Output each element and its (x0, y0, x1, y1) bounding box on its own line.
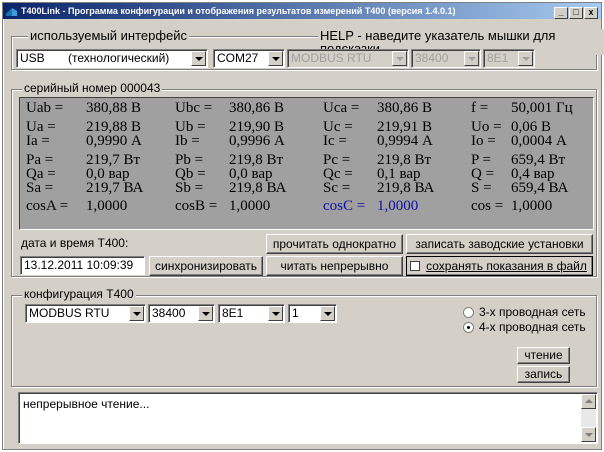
datetime-label: дата и время Т400: (21, 236, 129, 250)
config-baud-select[interactable]: 38400 (148, 304, 215, 323)
measurement-label: f = (471, 100, 489, 116)
measurement-value: 219,7 ВА (86, 180, 144, 196)
config-address-select[interactable]: 1 (288, 304, 337, 323)
config-protocol-select[interactable]: MODBUS RTU (25, 304, 146, 323)
checkbox-icon[interactable] (410, 261, 420, 271)
port-select[interactable]: COM27 (213, 49, 285, 68)
save-to-file-checkbox[interactable]: сохранять показания в файл (406, 256, 593, 276)
measurement-value: 380,86 В (377, 100, 433, 116)
measurement-label: Uab = (26, 100, 64, 116)
config-label: конфигурация Т400 (22, 287, 136, 301)
radio-4-wire[interactable]: 4-х проводная сеть (463, 321, 586, 334)
read-config-button[interactable]: чтение (517, 347, 570, 364)
interface-type-select[interactable]: USB (технологический) (16, 49, 208, 68)
window-controls: _ □ x (553, 7, 598, 19)
measurement-value: 380,86 В (229, 100, 285, 116)
measurement-value: 0,9996 А (229, 133, 285, 149)
interface-protocol-select[interactable]: MODBUS RTU (287, 49, 409, 68)
measurement-value: 1,0000 (229, 198, 271, 214)
measurement-label: Io = (471, 133, 496, 149)
measurement-value: 1,0000 (86, 198, 128, 214)
chevron-down-icon[interactable] (198, 306, 213, 321)
minimize-button[interactable]: _ (554, 7, 568, 19)
measurement-value: 380,88 В (86, 100, 142, 116)
serial-number-label: серийный номер 000043 (22, 81, 163, 95)
scroll-up-icon[interactable] (581, 394, 596, 409)
measurement-value: 50,001 Гц (511, 100, 573, 116)
chevron-down-icon[interactable] (268, 306, 283, 321)
measurement-value: 0,0004 А (511, 133, 567, 149)
chevron-down-icon[interactable] (268, 51, 283, 66)
write-config-button[interactable]: запись (517, 366, 570, 383)
datetime-field[interactable]: 13.12.2011 10:09:39 (20, 256, 145, 275)
title-bar[interactable]: T400Link - Программа конфигурации и отоб… (3, 3, 601, 19)
chevron-down-icon[interactable] (518, 51, 533, 66)
measurement-value: 219,8 ВА (229, 180, 287, 196)
chevron-down-icon[interactable] (191, 51, 206, 66)
radio-3-wire[interactable]: 3-х проводная сеть (463, 306, 586, 319)
measurement-label: cosB = (175, 198, 218, 214)
chevron-down-icon[interactable] (392, 51, 407, 66)
measurement-value: 0,9994 А (377, 133, 433, 149)
measurement-label: Uca = (323, 100, 360, 116)
scroll-down-icon[interactable] (581, 427, 596, 442)
measurement-label: S = (471, 180, 492, 196)
measurement-label: cos = (471, 198, 504, 214)
chevron-down-icon[interactable] (464, 51, 479, 66)
maximize-button[interactable]: □ (569, 7, 583, 19)
measurement-value: 1,0000 (377, 198, 419, 214)
close-button[interactable]: x (584, 7, 598, 19)
measurement-value: 0,9990 А (86, 133, 142, 149)
measurement-label: Sc = (323, 180, 351, 196)
write-factory-settings-button[interactable]: записать заводские установки (406, 234, 593, 254)
window-title: T400Link - Программа конфигурации и отоб… (21, 6, 456, 16)
measurement-label: cosA = (26, 198, 69, 214)
measurement-label: cosC = (323, 198, 366, 214)
interface-label: используемый интерфейс (28, 28, 190, 43)
measurements-panel: Uab = 380,88 В Ubc = 380,86 В Uca = 380,86 В f… (19, 97, 594, 230)
read-continuous-button[interactable]: читать непрерывно (266, 256, 403, 276)
measurement-label: Sa = (26, 180, 54, 196)
interface-baud-select[interactable]: 38400 (411, 49, 481, 68)
measurement-value: 659,4 ВА (511, 180, 569, 196)
app-icon (6, 8, 17, 16)
measurement-label: Ic = (323, 133, 347, 149)
sync-button[interactable]: синхронизировать (149, 256, 263, 276)
interface-format-select[interactable]: 8E1 (483, 49, 535, 68)
log-textarea[interactable]: непрерывное чтение... (18, 392, 598, 444)
config-format-select[interactable]: 8E1 (218, 304, 285, 323)
radio-selected-icon[interactable] (463, 322, 474, 333)
chevron-down-icon[interactable] (320, 306, 335, 321)
log-text: непрерывное чтение... (23, 397, 150, 411)
measurement-label: Ubc = (175, 100, 213, 116)
measurement-label: Sb = (175, 180, 204, 196)
radio-icon[interactable] (463, 307, 474, 318)
measurement-value: 1,0000 (511, 198, 553, 214)
chevron-down-icon[interactable] (129, 306, 144, 321)
read-once-button[interactable]: прочитать однократно (266, 234, 403, 254)
measurement-label: Ib = (175, 133, 200, 149)
measurement-label: Ia = (26, 133, 50, 149)
log-scrollbar[interactable] (581, 394, 596, 442)
measurement-value: 219,8 ВА (377, 180, 435, 196)
